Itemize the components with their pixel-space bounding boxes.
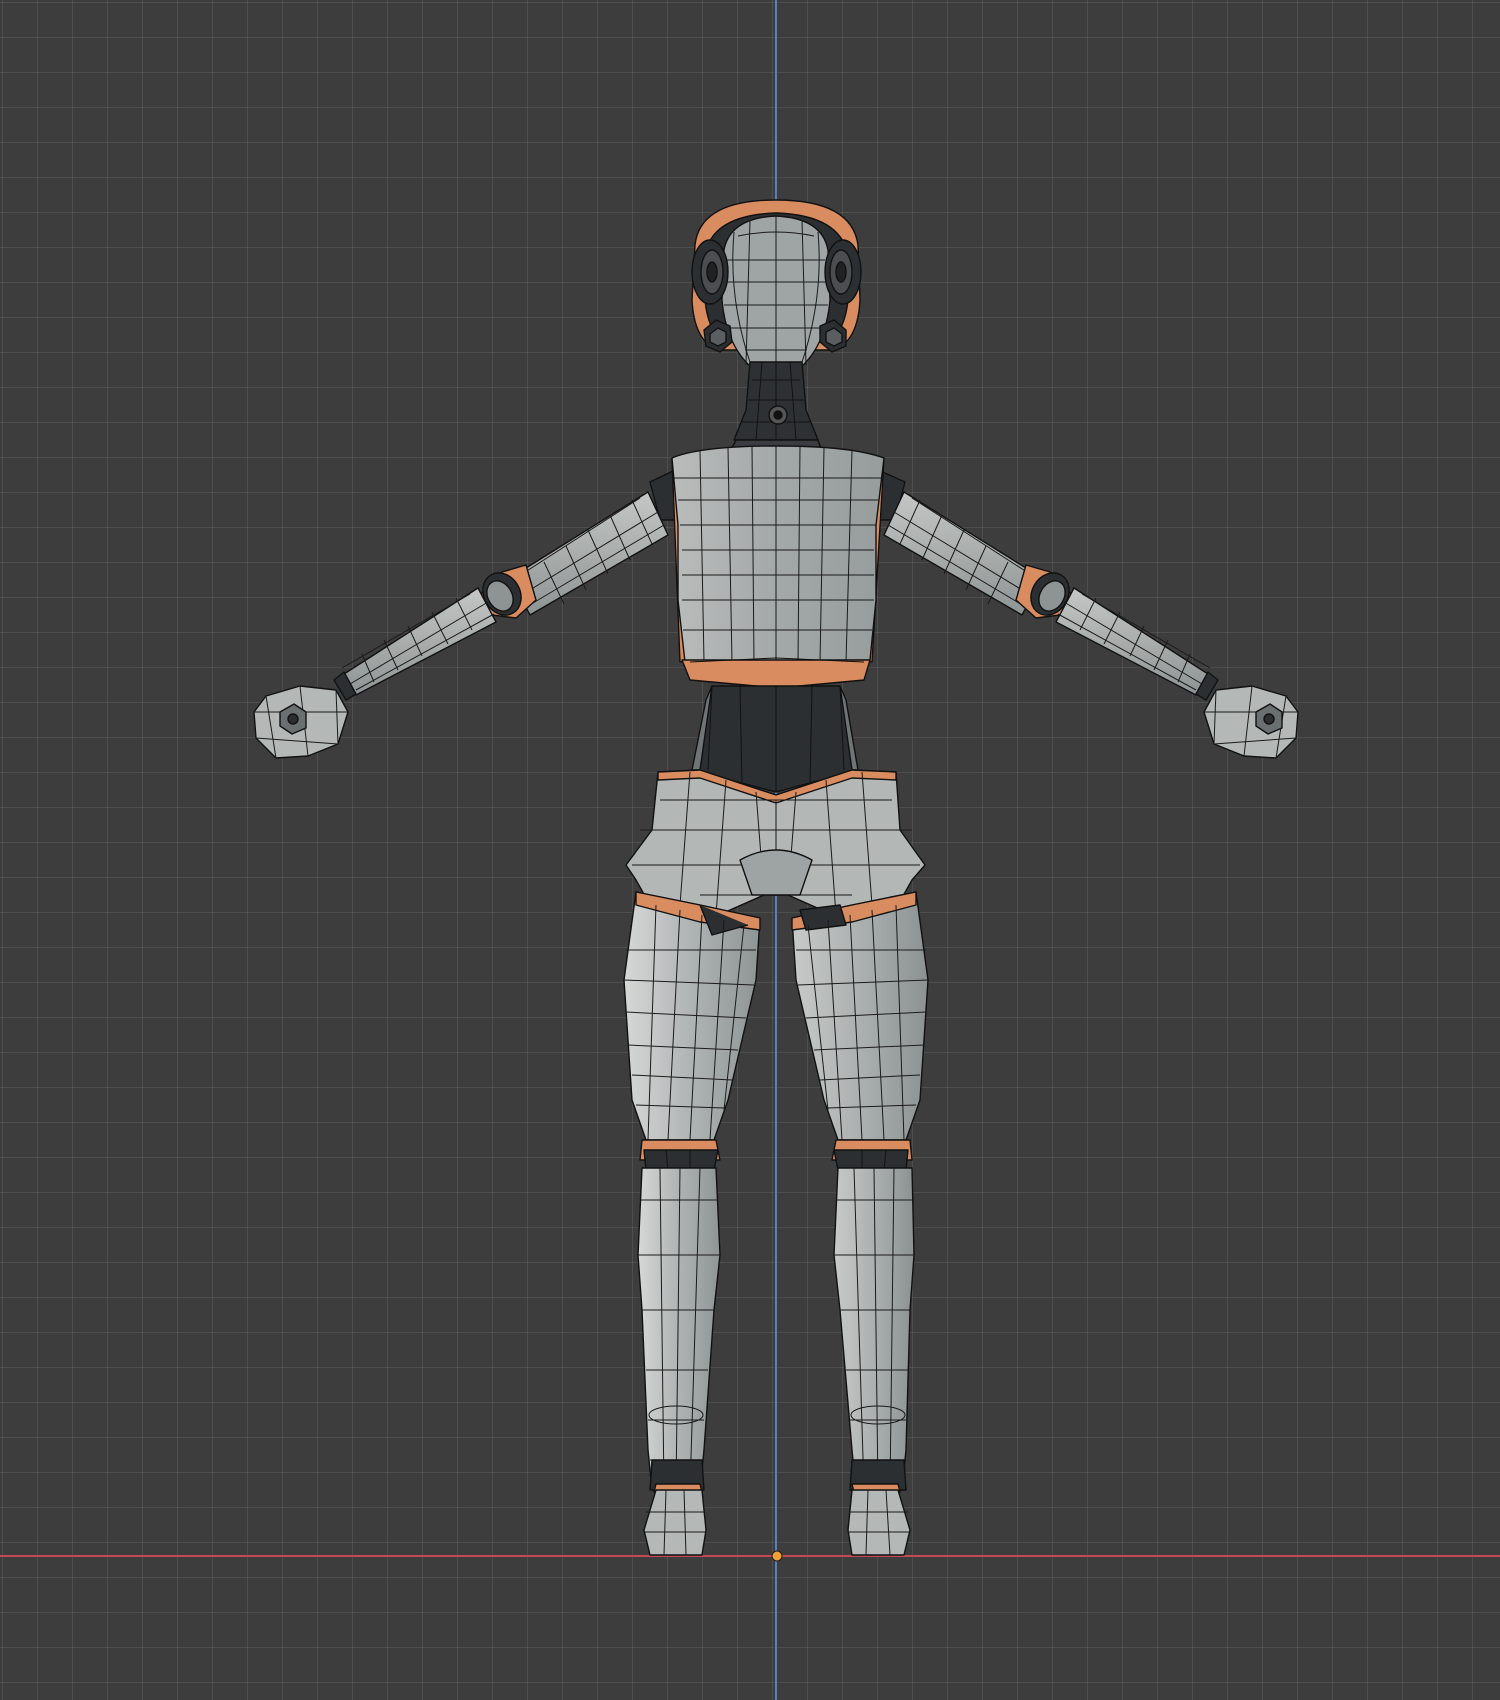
- torso-mesh[interactable]: [649, 445, 906, 689]
- viewport-canvas[interactable]: [0, 0, 1500, 1700]
- object-origin-point[interactable]: [771, 1550, 783, 1562]
- right-foot: [847, 1489, 911, 1556]
- left-foot: [643, 1489, 707, 1556]
- left-earpiece: [691, 239, 729, 305]
- right-leg-mesh[interactable]: [791, 891, 929, 1556]
- right-hand: [1203, 685, 1299, 759]
- left-arm-mesh[interactable]: [253, 491, 669, 759]
- right-arm-mesh[interactable]: [883, 491, 1299, 759]
- neck-mesh: [729, 361, 823, 453]
- 3d-viewport[interactable]: [0, 0, 1500, 1700]
- right-earpiece: [824, 239, 862, 305]
- head-mesh[interactable]: [691, 199, 862, 370]
- right-shin: [833, 1167, 915, 1491]
- left-leg-mesh[interactable]: [623, 891, 761, 1556]
- left-hand: [253, 685, 349, 759]
- right-knee-joint: [831, 1139, 913, 1171]
- left-knee-joint: [639, 1139, 721, 1171]
